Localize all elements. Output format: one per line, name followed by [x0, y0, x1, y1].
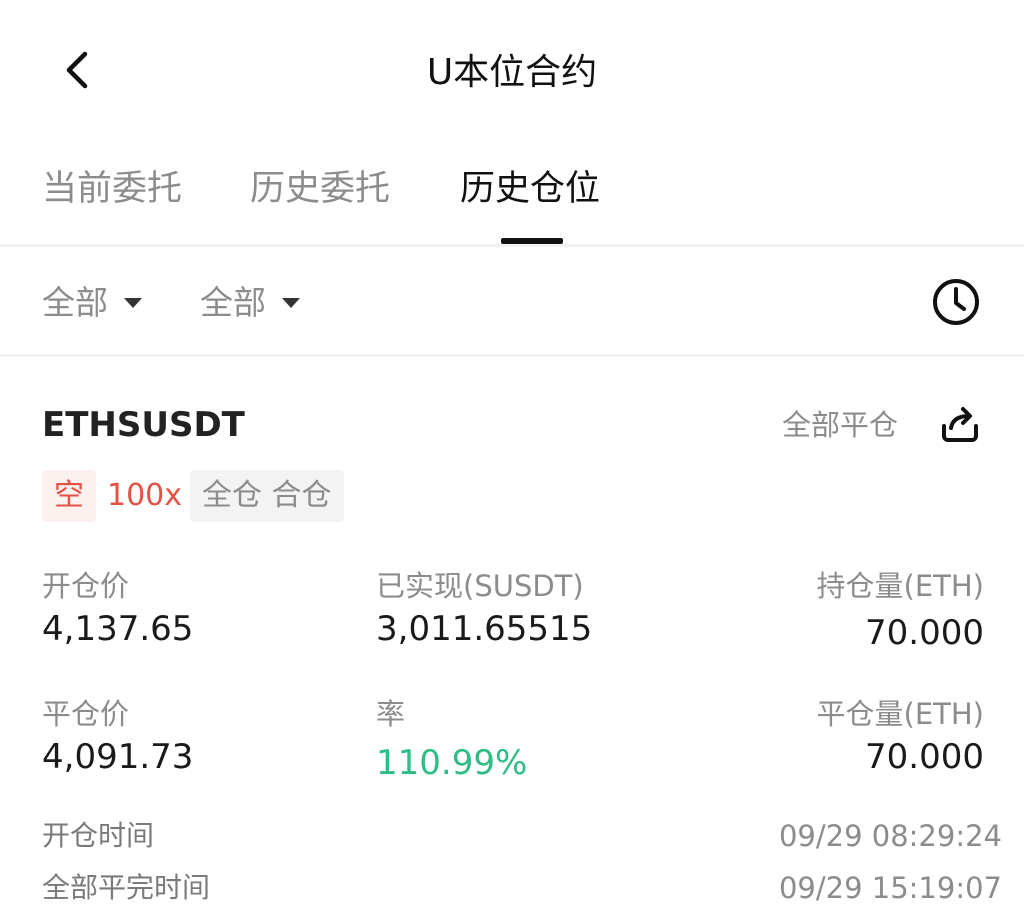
- margin-mode-badge: 全仓 合仓: [190, 470, 344, 522]
- caret-down-icon: [124, 298, 142, 308]
- filter-dropdown-2[interactable]: 全部: [200, 280, 300, 326]
- filter-label: 全部: [200, 283, 266, 322]
- position-size-value: 70.000: [865, 613, 984, 653]
- close-price-value: 4,091.73: [42, 737, 194, 777]
- tab-position-history[interactable]: 历史仓位: [460, 164, 600, 214]
- closed-size-label: 平仓量(ETH): [816, 697, 984, 731]
- position-symbol: ETHSUSDT: [42, 405, 245, 445]
- filter-dropdown-1[interactable]: 全部: [42, 280, 142, 326]
- tab-current-orders[interactable]: 当前委托: [42, 164, 182, 214]
- position-size-label: 持仓量(ETH): [816, 569, 984, 603]
- close-time-label: 全部平完时间: [42, 871, 211, 904]
- open-price-label: 开仓价: [42, 569, 130, 603]
- realized-pnl-label: 已实现(SUSDT): [376, 569, 584, 603]
- realized-pnl-value: 3,011.65515: [376, 609, 593, 649]
- filters-divider: [0, 354, 1024, 357]
- roi-label: 率: [376, 697, 406, 731]
- caret-down-icon: [282, 298, 300, 308]
- tabs-divider: [0, 244, 1024, 247]
- roi-value: 110.99%: [376, 743, 528, 783]
- open-time-value: 09/29 08:29:24: [778, 819, 1002, 853]
- close-time-value: 09/29 15:19:07: [778, 871, 1002, 905]
- side-badge: 空: [42, 470, 96, 522]
- open-price-value: 4,137.65: [42, 609, 194, 649]
- open-time-label: 开仓时间: [42, 819, 155, 852]
- closed-size-value: 70.000: [865, 737, 984, 777]
- clock-icon[interactable]: [930, 276, 982, 328]
- close-all-button[interactable]: 全部平仓: [782, 404, 898, 446]
- filter-label: 全部: [42, 283, 108, 322]
- close-price-label: 平仓价: [42, 697, 130, 731]
- share-icon[interactable]: [938, 402, 982, 446]
- leverage-badge: 100x: [107, 478, 183, 513]
- page-title: U本位合约: [426, 52, 598, 93]
- tab-order-history[interactable]: 历史委托: [250, 164, 390, 214]
